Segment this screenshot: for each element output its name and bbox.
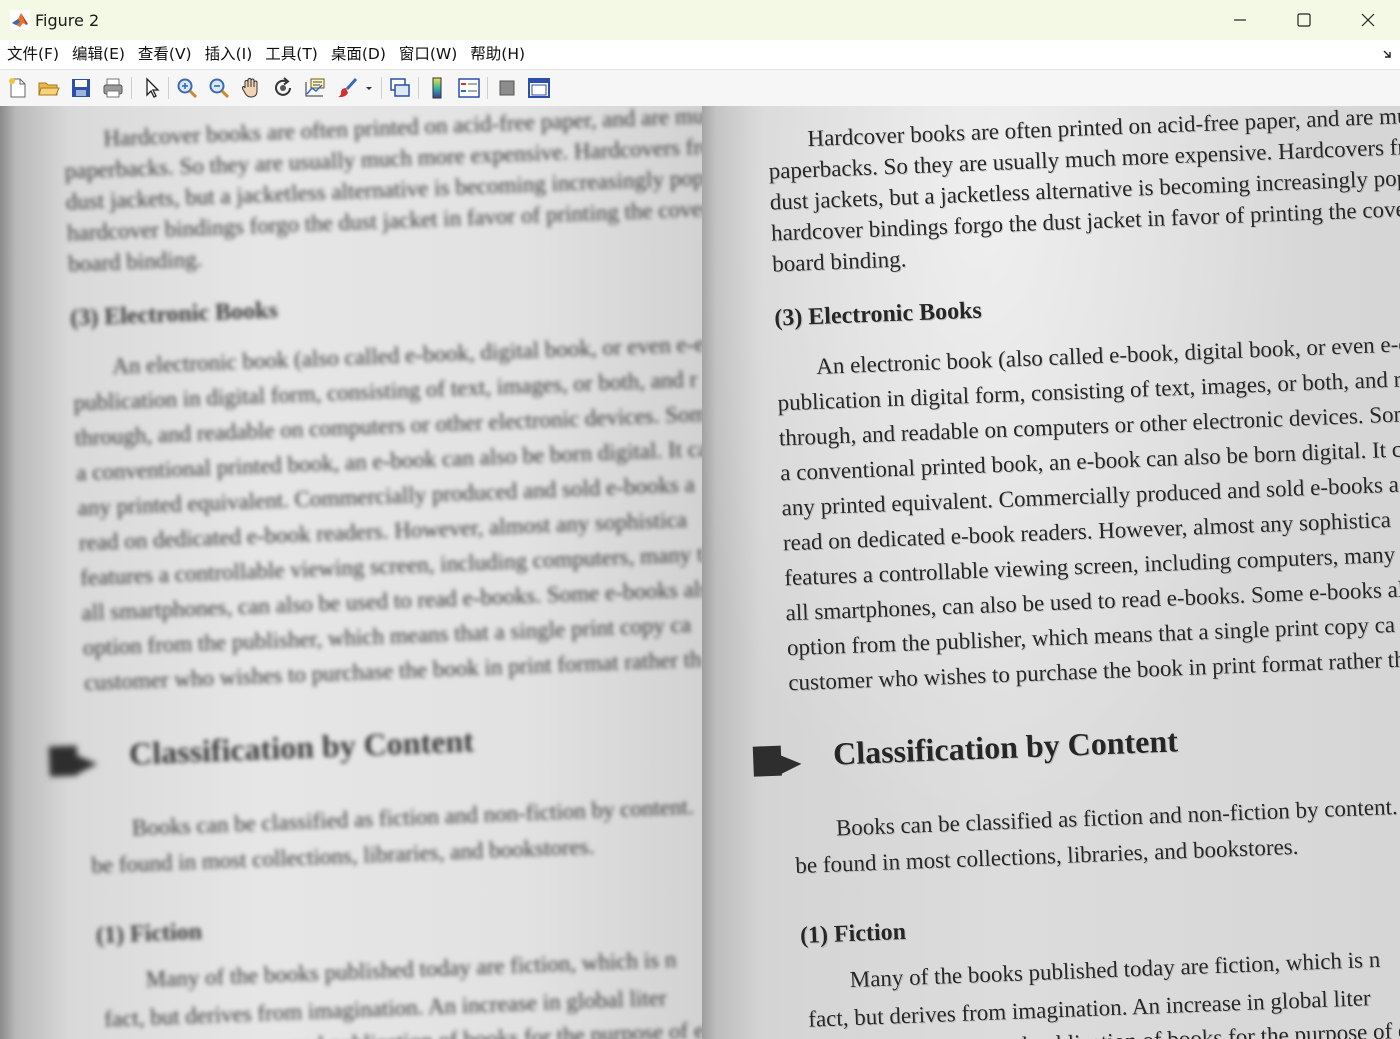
pan-icon (241, 77, 258, 98)
menu-desktop[interactable]: 桌面(D) (324, 40, 392, 69)
text-line: Books can be classified as fiction and n… (131, 793, 695, 841)
section-heading: (1) Fiction (799, 918, 907, 950)
new-figure-button[interactable] (6, 76, 30, 100)
show-plot-tools-button[interactable] (527, 76, 551, 100)
heading-bullet-icon (752, 745, 802, 777)
edit-plot-button[interactable] (140, 76, 164, 100)
text-line: be found in most collections, libraries,… (90, 833, 595, 879)
save-icon (72, 79, 90, 97)
window-title: Figure 2 (35, 10, 100, 30)
menu-insert[interactable]: 插入(I) (198, 40, 259, 69)
rotate-3d-icon (275, 77, 291, 96)
matlab-logo-icon (10, 10, 30, 30)
data-cursor-icon (305, 78, 325, 97)
hide-plot-tools-button[interactable] (495, 76, 519, 100)
zoom-in-icon (177, 78, 198, 99)
colorbar-button[interactable] (425, 76, 449, 100)
show-plot-tools-icon (528, 78, 550, 98)
open-file-button[interactable] (37, 76, 61, 100)
toolbar-separator (418, 77, 419, 99)
toolbar-separator (131, 77, 132, 99)
heading-bullet-icon (48, 745, 98, 777)
brush-icon (338, 77, 358, 98)
edit-plot-icon (146, 77, 160, 98)
dock-figure-icon[interactable] (1382, 48, 1394, 60)
toolbar-separator (168, 77, 169, 99)
minimize-icon (1234, 19, 1246, 21)
link-plot-button[interactable] (388, 76, 412, 100)
print-button[interactable] (101, 76, 125, 100)
print-icon (103, 78, 123, 98)
link-plot-icon (390, 78, 410, 97)
legend-button[interactable] (457, 76, 481, 100)
close-icon (1361, 13, 1375, 27)
legend-icon (458, 78, 480, 98)
close-button[interactable] (1336, 0, 1400, 40)
zoom-out-button[interactable] (207, 76, 231, 100)
section-heading: (1) Fiction (95, 918, 203, 950)
menu-help[interactable]: 帮助(H) (463, 40, 531, 69)
section-heading: (3) Electronic Books (69, 297, 279, 332)
zoom-out-icon (209, 78, 230, 99)
brush-button[interactable] (336, 76, 360, 100)
text-line: Many of the books published today are fi… (145, 946, 677, 993)
rotate-3d-button[interactable] (271, 76, 295, 100)
page-text-right: Hardcover books are often printed on aci… (752, 106, 1400, 1039)
brush-dropdown-button[interactable] (362, 76, 376, 100)
text-line: Many of the books published today are fi… (849, 946, 1381, 993)
image-right-sharpened: Hardcover books are often printed on aci… (702, 106, 1400, 1039)
text-line: Books can be classified as fiction and n… (835, 793, 1399, 841)
menu-tools[interactable]: 工具(T) (258, 40, 324, 69)
text-line: board binding. (771, 246, 907, 277)
menu-bar: 文件(F) 编辑(E) 查看(V) 插入(I) 工具(T) 桌面(D) 窗口(W… (0, 40, 1400, 69)
image-left-blurred: Hardcover books are often printed on aci… (0, 106, 702, 1039)
section-heading: (3) Electronic Books (773, 297, 983, 332)
text-line: board binding. (67, 246, 203, 277)
toolbar-separator (487, 77, 488, 99)
save-button[interactable] (69, 76, 93, 100)
menu-edit[interactable]: 编辑(E) (65, 40, 131, 69)
minimize-button[interactable] (1208, 0, 1272, 40)
pan-button[interactable] (239, 76, 263, 100)
page-text-left: Hardcover books are often printed on aci… (48, 106, 702, 1039)
chevron-down-icon (366, 87, 372, 90)
colorbar-icon (432, 77, 442, 99)
menu-file[interactable]: 文件(F) (0, 40, 65, 69)
toolbar-separator (381, 77, 382, 99)
menu-view[interactable]: 查看(V) (131, 40, 198, 69)
section-title: Classification by Content (128, 722, 475, 772)
maximize-icon (1297, 13, 1311, 27)
window-controls (1208, 0, 1400, 40)
figure-toolbar (0, 69, 1400, 107)
text-line: be found in most collections, libraries,… (794, 833, 1299, 879)
section-title: Classification by Content (832, 722, 1179, 772)
zoom-in-button[interactable] (175, 76, 199, 100)
hide-plot-tools-icon (499, 80, 515, 96)
open-file-icon (38, 82, 60, 96)
menu-window[interactable]: 窗口(W) (392, 40, 463, 69)
new-figure-icon (9, 78, 26, 98)
data-cursor-button[interactable] (303, 76, 327, 100)
figure-canvas[interactable]: Hardcover books are often printed on aci… (0, 106, 1400, 1039)
maximize-button[interactable] (1272, 0, 1336, 40)
title-bar: Figure 2 (0, 0, 1400, 40)
